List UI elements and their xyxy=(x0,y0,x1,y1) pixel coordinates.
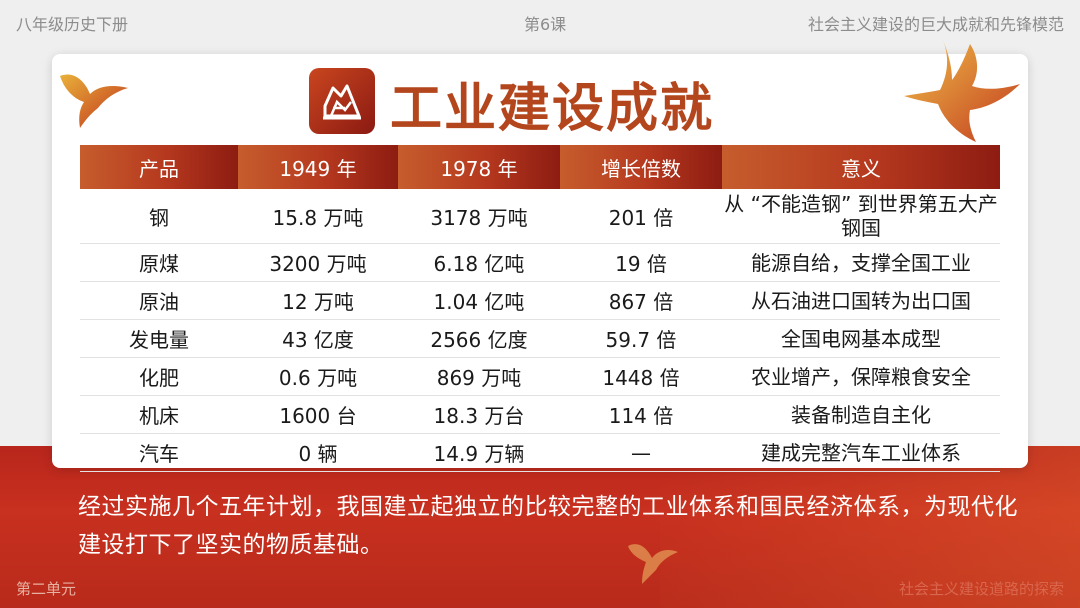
meaning-cell: 能源自给，支撑全国工业 xyxy=(722,243,1000,282)
table-row: 钢 15.8 万吨 3178 万吨 201 倍 从 “不能造钢” 到世界第五大产… xyxy=(80,189,1000,244)
product-cell: 原油 xyxy=(80,281,238,320)
value-1949-cell: 15.8 万吨 xyxy=(238,189,398,244)
value-1978-cell: 18.3 万台 xyxy=(398,395,560,434)
meaning-cell: 建成完整汽车工业体系 xyxy=(722,433,1000,472)
value-1949-cell: 3200 万吨 xyxy=(238,243,398,282)
footer-unit-title: 社会主义建设道路的探索 xyxy=(898,580,1064,598)
column-header: 意义 xyxy=(722,145,1000,189)
product-cell: 发电量 xyxy=(80,319,238,358)
industry-achievement-table: 产品 1949 年 1978 年 增长倍数 意义 钢 15.8 万吨 3178 … xyxy=(80,145,1000,472)
growth-cell: 201 倍 xyxy=(560,189,722,244)
header-grade-book: 八年级历史下册 xyxy=(16,15,129,34)
summary-text: 经过实施几个五年计划，我国建立起独立的比较完整的工业体系和国民经济体系，为现代化… xyxy=(78,494,1018,558)
value-1949-cell: 0 辆 xyxy=(238,433,398,472)
product-cell: 汽车 xyxy=(80,433,238,472)
value-1978-cell: 1.04 亿吨 xyxy=(398,281,560,320)
table-row: 机床 1600 台 18.3 万台 114 倍 装备制造自主化 xyxy=(80,395,1000,434)
footer-unit: 第二单元 xyxy=(16,580,77,598)
product-cell: 钢 xyxy=(80,189,238,244)
header-lesson: 第6课 xyxy=(524,15,567,34)
table-row: 发电量 43 亿度 2566 亿度 59.7 倍 全国电网基本成型 xyxy=(80,319,1000,358)
value-1978-cell: 3178 万吨 xyxy=(398,189,560,244)
value-1978-cell: 2566 亿度 xyxy=(398,319,560,358)
meaning-cell: 从 “不能造钢” 到世界第五大产钢国 xyxy=(722,189,1000,244)
column-header: 1978 年 xyxy=(398,145,560,189)
value-1949-cell: 1600 台 xyxy=(238,395,398,434)
meaning-cell: 农业增产，保障粮食安全 xyxy=(722,357,1000,396)
table-row: 化肥 0.6 万吨 869 万吨 1448 倍 农业增产，保障粮食安全 xyxy=(80,357,1000,396)
value-1978-cell: 6.18 亿吨 xyxy=(398,243,560,282)
value-1978-cell: 869 万吨 xyxy=(398,357,560,396)
meaning-cell: 装备制造自主化 xyxy=(722,395,1000,434)
page-title: 工业建设成就 xyxy=(390,79,715,139)
value-1949-cell: 43 亿度 xyxy=(238,319,398,358)
value-1949-cell: 12 万吨 xyxy=(238,281,398,320)
meaning-cell: 从石油进口国转为出口国 xyxy=(722,281,1000,320)
growth-cell: — xyxy=(560,433,722,472)
product-cell: 化肥 xyxy=(80,357,238,396)
growth-cell: 1448 倍 xyxy=(560,357,722,396)
column-header: 1949 年 xyxy=(238,145,398,189)
column-header: 产品 xyxy=(80,145,238,189)
value-1978-cell: 14.9 万辆 xyxy=(398,433,560,472)
growth-cell: 19 倍 xyxy=(560,243,722,282)
growth-cell: 114 倍 xyxy=(560,395,722,434)
meaning-cell: 全国电网基本成型 xyxy=(722,319,1000,358)
table-header-row: 产品 1949 年 1978 年 增长倍数 意义 xyxy=(80,145,1000,189)
table-row: 汽车 0 辆 14.9 万辆 — 建成完整汽车工业体系 xyxy=(80,433,1000,472)
column-header: 增长倍数 xyxy=(560,145,722,189)
growth-cell: 59.7 倍 xyxy=(560,319,722,358)
factory-icon xyxy=(309,68,375,134)
product-cell: 机床 xyxy=(80,395,238,434)
product-cell: 原煤 xyxy=(80,243,238,282)
growth-cell: 867 倍 xyxy=(560,281,722,320)
value-1949-cell: 0.6 万吨 xyxy=(238,357,398,396)
title-area: 工业建设成就 xyxy=(0,64,1080,139)
table-row: 原油 12 万吨 1.04 亿吨 867 倍 从石油进口国转为出口国 xyxy=(80,281,1000,320)
header-lesson-title: 社会主义建设的巨大成就和先锋模范 xyxy=(807,15,1064,34)
table-row: 原煤 3200 万吨 6.18 亿吨 19 倍 能源自给，支撑全国工业 xyxy=(80,243,1000,282)
